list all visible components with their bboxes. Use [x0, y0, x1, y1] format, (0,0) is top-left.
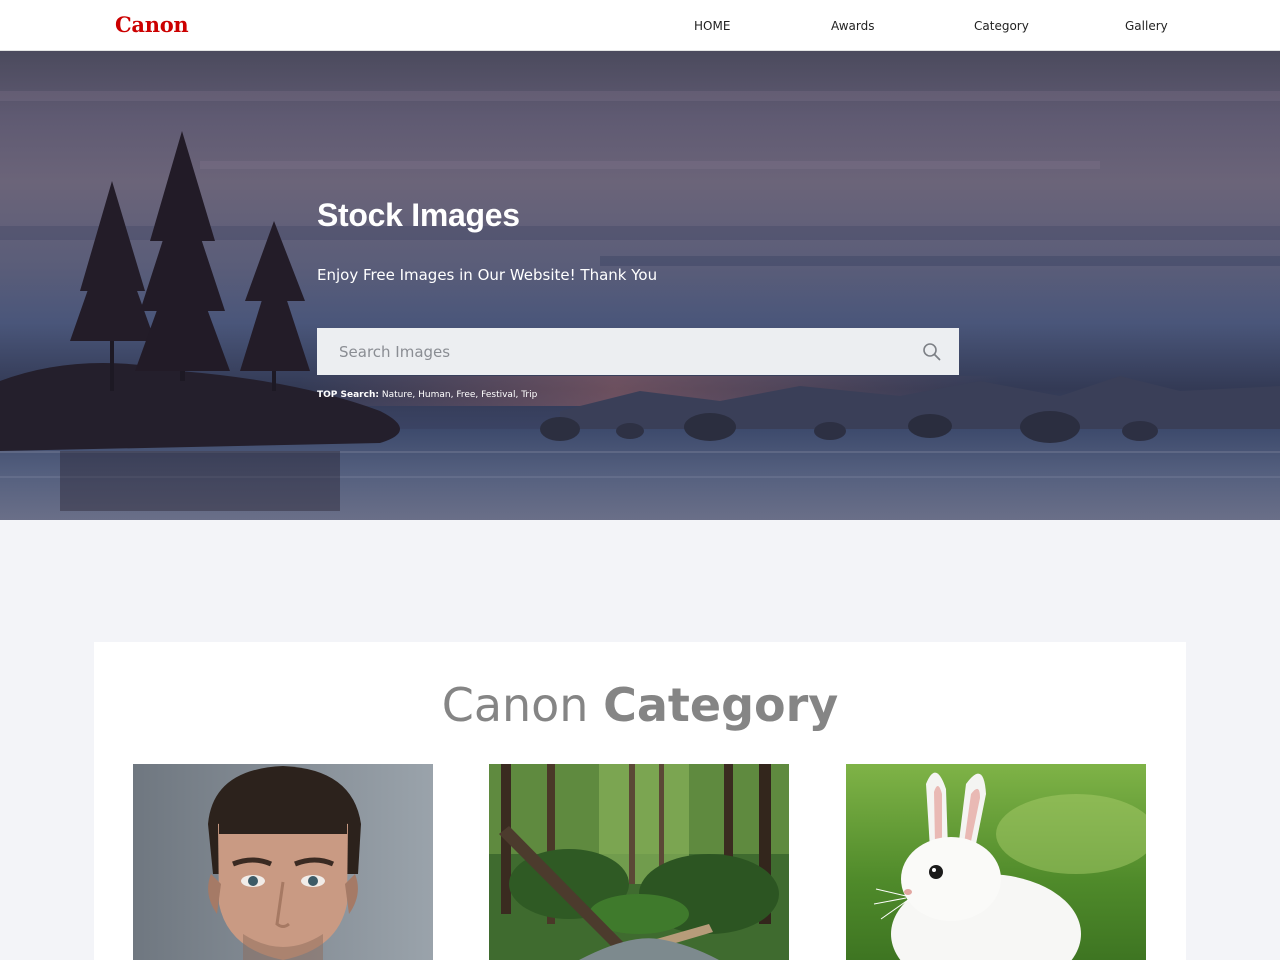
- forest-stream-image: [489, 764, 789, 960]
- nav-home[interactable]: HOME: [694, 19, 730, 33]
- category-heading-light: Canon: [441, 678, 589, 732]
- search-bar: [317, 328, 959, 375]
- top-search-list: TOP Search: Nature, Human, Free, Festiva…: [317, 390, 537, 400]
- white-rabbit-image: [846, 764, 1146, 960]
- nav-category[interactable]: Category: [974, 19, 1029, 33]
- lake-landscape-image: [0, 91, 1280, 520]
- nav-gallery[interactable]: Gallery: [1125, 19, 1168, 33]
- category-card-rabbit[interactable]: [846, 764, 1146, 960]
- site-header: Canon HOME Awards Category Gallery: [0, 0, 1280, 51]
- top-search-tag-festival[interactable]: Festival: [481, 390, 515, 400]
- nav-awards[interactable]: Awards: [831, 19, 874, 33]
- category-heading: Canon Category: [94, 678, 1186, 732]
- category-section: Canon Category: [94, 642, 1186, 960]
- canon-logo[interactable]: Canon: [115, 12, 189, 37]
- category-card-forest[interactable]: [489, 764, 789, 960]
- top-search-tag-human[interactable]: Human: [418, 390, 450, 400]
- top-search-label: TOP Search:: [317, 390, 379, 400]
- top-search-tag-free[interactable]: Free: [456, 390, 475, 400]
- top-search-tag-trip[interactable]: Trip: [521, 390, 537, 400]
- category-card-portrait[interactable]: [133, 764, 433, 960]
- logo-text: Canon: [115, 12, 189, 37]
- top-search-tag-nature[interactable]: Nature: [382, 390, 413, 400]
- hero-banner: Stock Images Enjoy Free Images in Our We…: [0, 51, 1280, 520]
- hero-title: Stock Images: [317, 197, 520, 233]
- hero-subtitle: Enjoy Free Images in Our Website! Thank …: [317, 266, 658, 284]
- search-icon[interactable]: [921, 341, 943, 363]
- man-portrait-image: [133, 764, 433, 960]
- category-heading-bold: Category: [603, 678, 839, 732]
- search-input[interactable]: [317, 328, 907, 375]
